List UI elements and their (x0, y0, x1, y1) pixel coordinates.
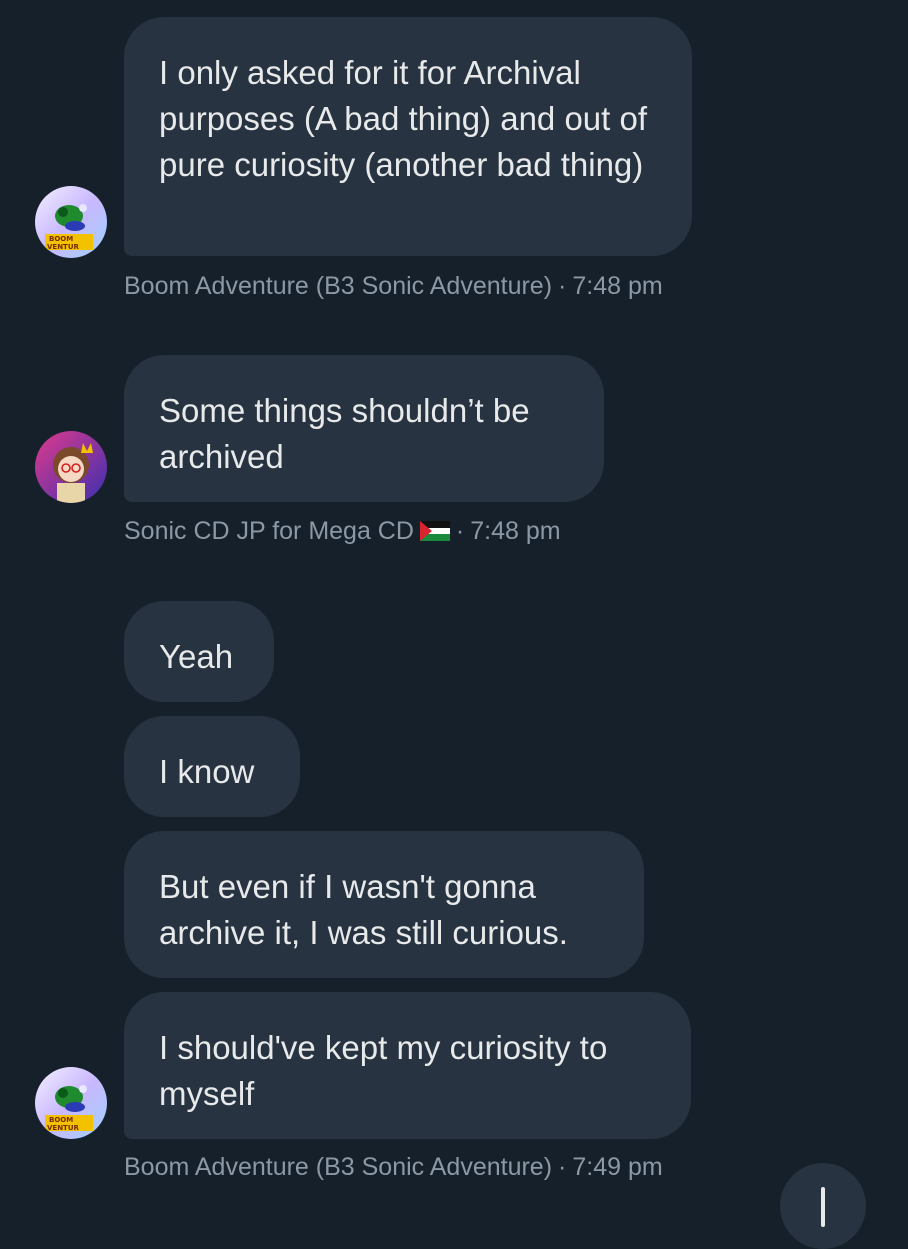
logo-text: BOOM (49, 1116, 73, 1124)
sender-name[interactable]: Sonic CD JP for Mega CD (124, 515, 414, 547)
sender-name[interactable]: Boom Adventure (B3 Sonic Adventure) (124, 1151, 552, 1183)
message-time: 7:48 pm (470, 517, 561, 545)
scroll-to-bottom-button[interactable] (780, 1163, 866, 1249)
sonic-cd-avatar-image (35, 431, 107, 503)
sender-avatar[interactable] (35, 431, 107, 503)
meta-separator: · (455, 517, 465, 545)
message-text: I should've kept my curiosity to myself (159, 1029, 608, 1112)
message-meta: Sonic CD JP for Mega CD · 7:48 pm (124, 515, 561, 547)
message-bubble[interactable]: Some things shouldn’t be archived (124, 355, 604, 502)
logo-text: BOOM (49, 235, 73, 243)
message-text: I know (159, 753, 255, 790)
boom-adventure-avatar-image: BOOM VENTUR (35, 1067, 107, 1139)
message-bubble[interactable]: But even if I wasn't gonna archive it, I… (124, 831, 644, 978)
boom-adventure-avatar-image: BOOM VENTUR (35, 186, 107, 258)
message-time: 7:49 pm (572, 1153, 663, 1181)
message-text: Yeah (159, 638, 234, 675)
message-text: But even if I wasn't gonna archive it, I… (159, 868, 568, 951)
sender-name[interactable]: Boom Adventure (B3 Sonic Adventure) (124, 270, 552, 302)
arrow-down-icon (821, 1187, 825, 1227)
logo-text: VENTUR (47, 1124, 80, 1132)
sender-avatar[interactable]: BOOM VENTUR (35, 186, 107, 258)
meta-separator: · (558, 1153, 567, 1181)
message-bubble[interactable]: Yeah (124, 601, 274, 702)
message-bubble[interactable]: I know (124, 716, 300, 817)
message-bubble[interactable]: I should've kept my curiosity to myself (124, 992, 691, 1139)
message-meta: Boom Adventure (B3 Sonic Adventure) · 7:… (124, 1151, 663, 1183)
message-text: I only asked for it for Archival purpose… (159, 54, 648, 183)
message-text: Some things shouldn’t be archived (159, 392, 530, 475)
message-meta: Boom Adventure (B3 Sonic Adventure) · 7:… (124, 270, 663, 302)
message-bubble[interactable]: I only asked for it for Archival purpose… (124, 17, 692, 256)
sender-avatar[interactable]: BOOM VENTUR (35, 1067, 107, 1139)
logo-text: VENTUR (47, 243, 80, 251)
meta-separator: · (558, 272, 567, 300)
message-time: 7:48 pm (572, 272, 663, 300)
palestine-flag-icon (419, 521, 450, 541)
